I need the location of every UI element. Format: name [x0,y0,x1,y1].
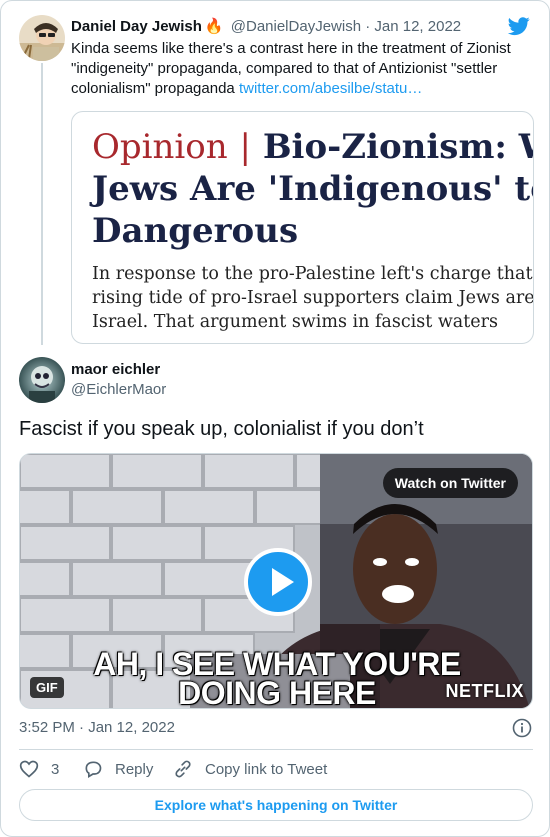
copy-link-button[interactable]: Copy link to Tweet [173,759,327,779]
explore-button[interactable]: Explore what's happening on Twitter [19,789,533,821]
opinion-bar: | [239,127,251,167]
heart-icon [19,760,39,778]
tweet-embed-card: Daniel Day Jewish 🔥 @DanielDayJewish · Ja… [0,0,550,837]
author-handle[interactable]: @EichlerMaor [71,381,166,398]
play-icon[interactable] [244,548,312,616]
divider [19,749,533,750]
quoted-tweet-date[interactable]: Jan 12, 2022 [374,18,461,35]
author-avatar[interactable] [19,357,65,403]
opinion-label: Opinion [92,127,228,167]
info-icon[interactable] [512,718,532,738]
like-button[interactable]: 3 [19,759,59,779]
tweet-text: Fascist if you speak up, colonialist if … [19,418,424,440]
headline-line-1: Bio-Zionism: W [262,127,534,167]
twitter-bird-icon[interactable] [507,15,531,37]
copy-link-label: Copy link to Tweet [205,760,328,778]
quoted-tweet-header: Daniel Day Jewish 🔥 @DanielDayJewish · Ja… [71,17,461,35]
tweet-timestamp[interactable]: 3:52 PM · Jan 12, 2022 [19,719,175,736]
reply-button[interactable]: Reply [83,759,153,779]
quoted-tweet-text: Kinda seems like there's a contrast here… [71,39,533,99]
sub-line-2: rising tide of pro-Israel supporters cla… [92,288,534,308]
quoted-tweet-link[interactable]: twitter.com/abesilbe/statu… [239,80,422,97]
headline-line-2: Jews Are 'Indigenous' to I [92,169,534,209]
thread-connector-line [41,63,43,345]
watch-on-twitter-button[interactable]: Watch on Twitter [382,468,518,498]
article-preview-card[interactable]: Opinion | Bio-Zionism: W Jews Are 'Indig… [71,111,534,344]
author-name[interactable]: maor eichler [71,361,160,378]
article-subheadline: In response to the pro-Palestine left's … [92,262,534,334]
gif-media[interactable]: Watch on Twitter AH, I SEE WHAT YOU'RE D… [19,453,533,709]
sub-line-1: In response to the pro-Palestine left's … [92,264,534,284]
header-separator: · [365,18,371,35]
gif-badge: GIF [30,677,64,698]
headline-line-3: Dangerous [92,211,299,251]
link-icon [175,760,191,778]
like-count: 3 [51,760,60,778]
reply-icon [85,761,102,778]
quoted-author-handle[interactable]: @DanielDayJewish [231,18,361,35]
quoted-author-name[interactable]: Daniel Day Jewish [71,18,202,35]
sub-line-3: Israel. That argument swims in fascist w… [92,312,498,332]
quoted-author-avatar[interactable] [19,15,65,61]
reply-label: Reply [115,760,154,778]
article-headline: Opinion | Bio-Zionism: W Jews Are 'Indig… [92,126,534,252]
netflix-watermark: NETFLIX [445,681,524,701]
fire-emoji: 🔥 [204,18,224,35]
